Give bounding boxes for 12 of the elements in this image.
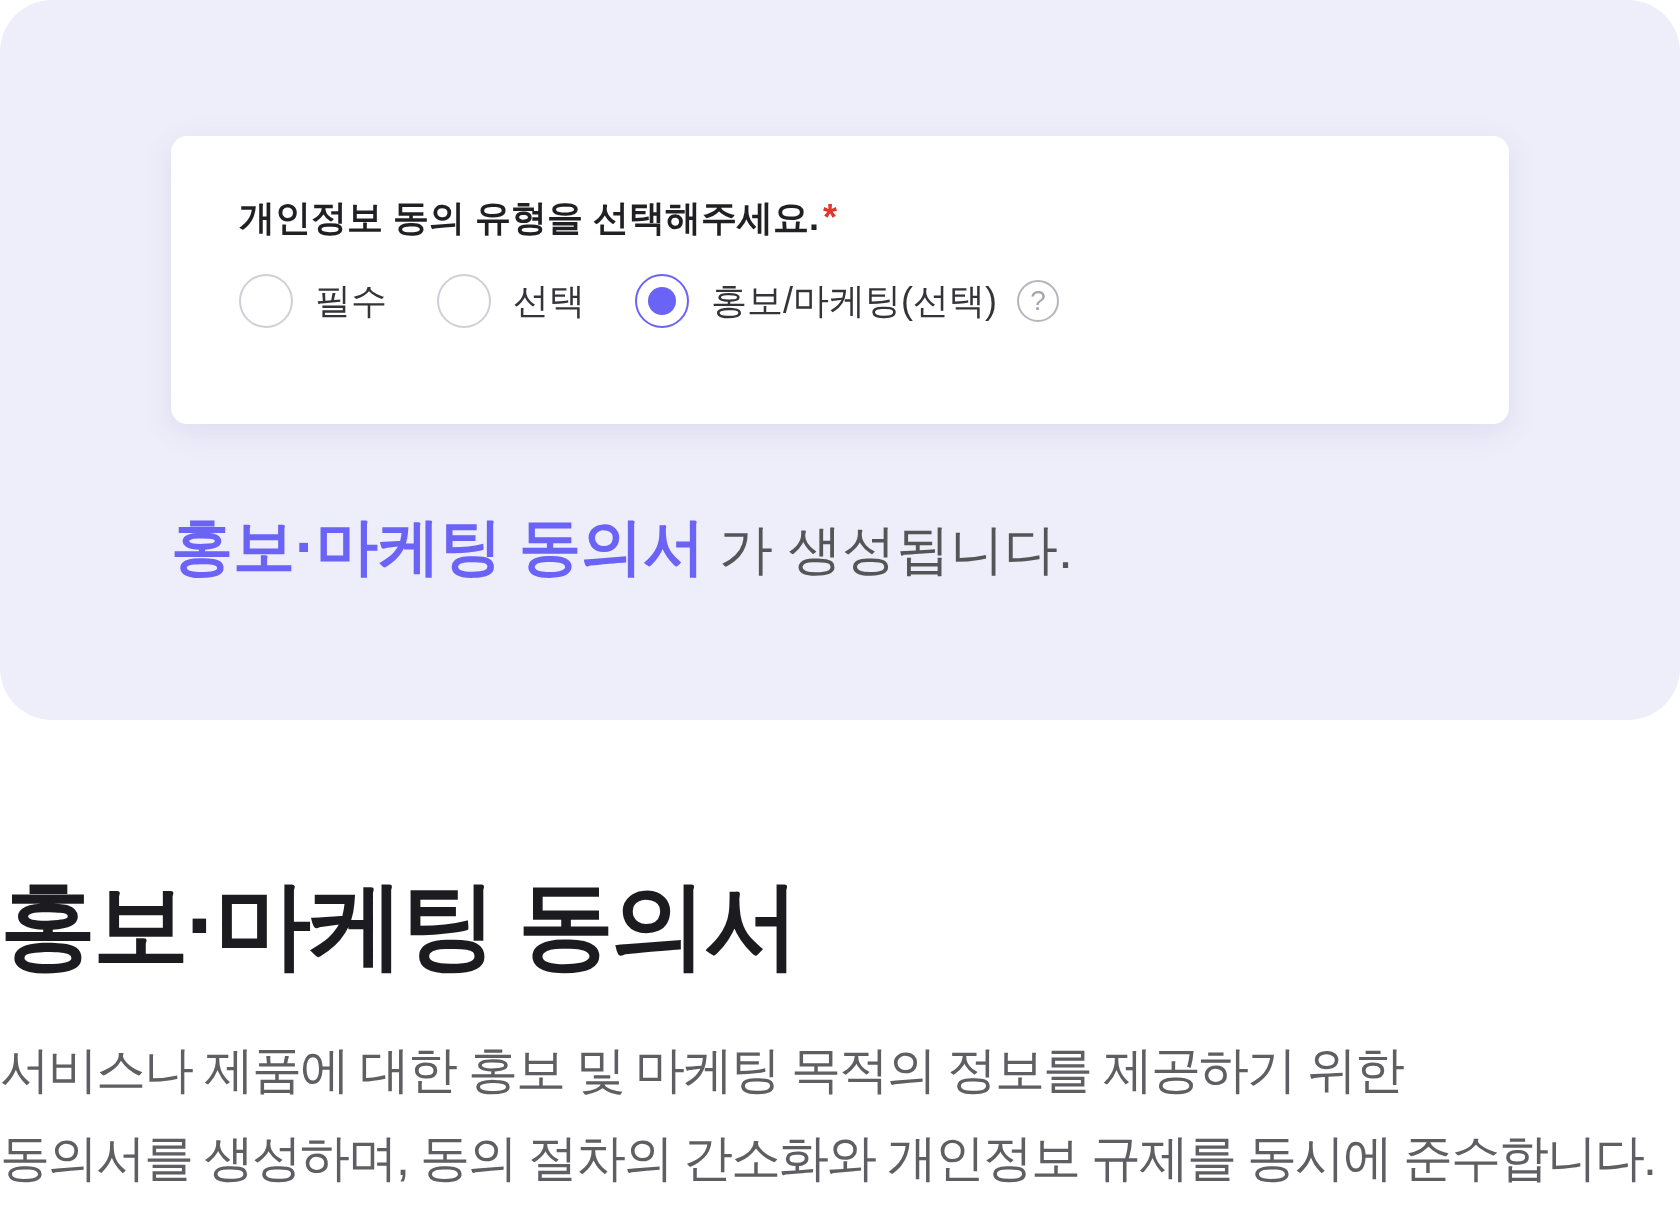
result-highlight: 홍보·마케팅 동의서 — [171, 511, 705, 583]
radio-button[interactable] — [635, 274, 689, 328]
description-text: 동의서를 생성하며, 동의 절차의 간소화와 개인정보 규제를 동시에 준수합니다. — [0, 1129, 1656, 1188]
required-mark: * — [823, 196, 838, 240]
result-text: 가 생성됩니다. — [718, 518, 1073, 581]
option-label: 홍보/마케팅(선택) — [711, 279, 997, 323]
option-label: 필수 — [315, 279, 387, 323]
help-icon[interactable]: ? — [1017, 280, 1059, 322]
question-label: 개인정보 동의 유형을 선택해주세요. — [239, 196, 819, 240]
description-text: 서비스나 제품에 대한 홍보 및 마케팅 목적의 정보를 제공하기 위한 — [0, 1041, 1405, 1100]
page-heading: 홍보·마케팅 동의서 — [0, 870, 798, 980]
option-label: 선택 — [513, 279, 585, 323]
